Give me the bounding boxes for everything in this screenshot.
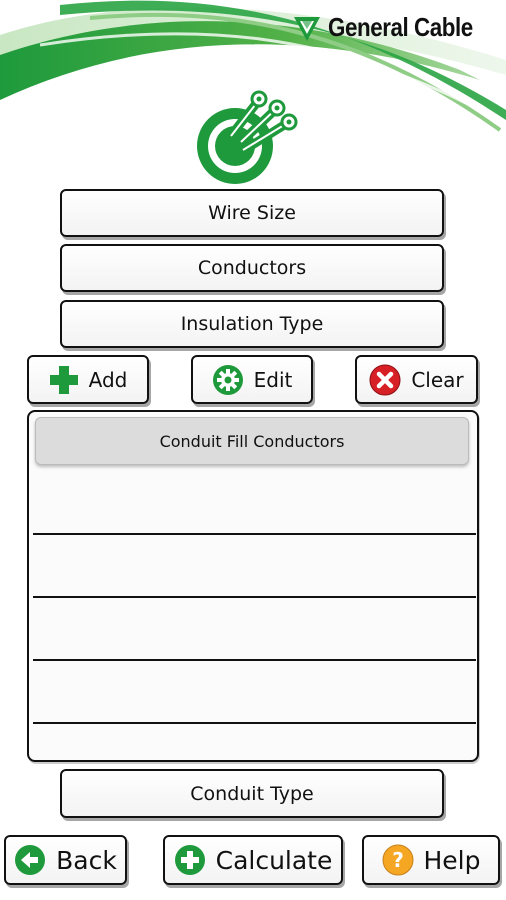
conduit-type-button[interactable]: Conduit Type bbox=[60, 769, 444, 818]
plus-circle-icon bbox=[174, 844, 206, 876]
brand-name: General Cable bbox=[327, 12, 473, 42]
brand: General Cable bbox=[292, 12, 496, 43]
list-item[interactable] bbox=[33, 598, 476, 661]
conduit-type-label: Conduit Type bbox=[190, 782, 314, 805]
calculate-label: Calculate bbox=[215, 845, 333, 875]
general-cable-logo-icon bbox=[292, 13, 322, 43]
wire-size-label: Wire Size bbox=[208, 202, 296, 224]
close-icon bbox=[369, 364, 401, 396]
back-label: Back bbox=[56, 845, 117, 875]
help-button[interactable]: ? Help bbox=[362, 835, 500, 885]
add-label: Add bbox=[88, 367, 128, 392]
cable-logo-icon bbox=[197, 90, 298, 184]
conduit-fill-conductors-list: Conduit Fill Conductors bbox=[27, 410, 479, 762]
conductors-label: Conductors bbox=[197, 257, 307, 279]
list-item[interactable] bbox=[33, 472, 476, 535]
clear-button[interactable]: Clear bbox=[355, 355, 478, 404]
wire-size-button[interactable]: Wire Size bbox=[60, 189, 444, 237]
help-icon: ? bbox=[382, 844, 414, 876]
add-button[interactable]: Add bbox=[27, 355, 149, 404]
edit-label: Edit bbox=[253, 367, 293, 392]
clear-label: Clear bbox=[411, 367, 464, 392]
gear-icon bbox=[212, 364, 244, 396]
list-header: Conduit Fill Conductors bbox=[35, 417, 469, 465]
back-button[interactable]: Back bbox=[4, 835, 127, 885]
list-item[interactable] bbox=[33, 535, 476, 598]
calculate-button[interactable]: Calculate bbox=[163, 835, 343, 885]
edit-button[interactable]: Edit bbox=[191, 355, 313, 404]
list-item[interactable] bbox=[33, 661, 476, 724]
svg-text:?: ? bbox=[392, 848, 404, 872]
plus-icon bbox=[49, 365, 79, 395]
conductors-button[interactable]: Conductors bbox=[60, 244, 444, 292]
arrow-left-icon bbox=[14, 844, 46, 876]
help-label: Help bbox=[423, 845, 481, 875]
insulation-type-button[interactable]: Insulation Type bbox=[60, 300, 444, 348]
insulation-type-label: Insulation Type bbox=[180, 313, 324, 335]
